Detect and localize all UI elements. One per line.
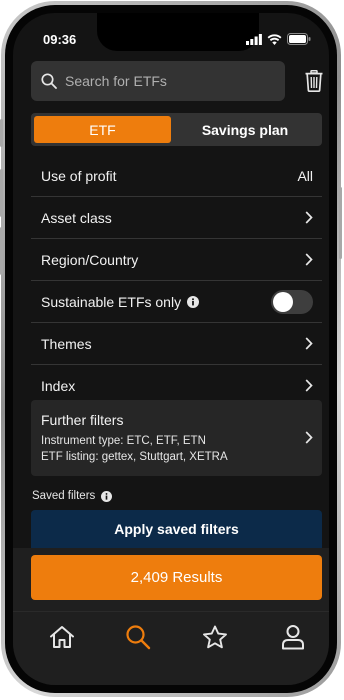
filter-use-of-profit[interactable]: Use of profit All [31, 155, 322, 197]
filter-themes[interactable]: Themes [31, 323, 322, 365]
star-icon [203, 625, 227, 648]
filter-label: Themes [41, 335, 92, 352]
search-placeholder: Search for ETFs [65, 73, 167, 89]
further-filters[interactable]: Further filters Instrument type: ETC, ET… [31, 400, 322, 476]
side-button [339, 187, 342, 259]
profile-icon [282, 625, 304, 650]
filter-label: Sustainable ETFs only [41, 293, 182, 310]
tab-home[interactable] [47, 622, 77, 652]
screen: 09:36 Search for ETFs ETF Savings plan U… [13, 13, 329, 685]
status-time: 09:36 [43, 32, 77, 47]
saved-filters-text: Saved filters [32, 490, 96, 502]
filter-asset-class[interactable]: Asset class [31, 197, 322, 239]
segment-control: ETF Savings plan [31, 113, 322, 146]
filter-label: Region/Country [41, 251, 139, 268]
filter-label-wrap: Sustainable ETFs only [41, 293, 200, 310]
tab-savings-plan[interactable]: Savings plan [171, 116, 319, 143]
side-button [0, 227, 3, 275]
phone-frame: 09:36 Search for ETFs ETF Savings plan U… [0, 1, 342, 697]
trash-icon[interactable] [305, 70, 323, 92]
chevron-right-icon [305, 253, 313, 266]
filter-sustainable: Sustainable ETFs only [31, 281, 322, 323]
sustainable-toggle[interactable] [271, 289, 313, 314]
search-input[interactable]: Search for ETFs [31, 61, 285, 101]
wifi-icon [267, 33, 282, 45]
further-filters-instrument: Instrument type: ETC, ETF, ETN [41, 435, 206, 447]
tab-bar [13, 611, 329, 662]
toggle-knob [273, 291, 293, 312]
side-button [0, 169, 3, 217]
search-icon [41, 73, 57, 89]
filter-label: Asset class [41, 209, 112, 226]
chevron-right-icon [305, 431, 313, 444]
bezel: 09:36 Search for ETFs ETF Savings plan U… [5, 5, 337, 693]
notch [97, 13, 259, 51]
chevron-right-icon [305, 211, 313, 224]
results-button[interactable]: 2,409 Results [31, 555, 322, 600]
filter-value: All [297, 167, 313, 184]
battery-icon [287, 33, 311, 45]
tab-search[interactable] [123, 622, 153, 652]
filter-region-country[interactable]: Region/Country [31, 239, 322, 281]
status-icons [246, 33, 311, 45]
status-bar: 09:36 [13, 13, 329, 53]
filter-list: Use of profit All Asset class Region/Cou… [31, 155, 322, 406]
search-icon [126, 625, 151, 650]
filter-label: Use of profit [41, 167, 117, 184]
chevron-right-icon [305, 337, 313, 350]
tab-etf[interactable]: ETF [34, 116, 171, 143]
search-row: Search for ETFs [31, 61, 323, 101]
signal-icon [246, 33, 262, 45]
home-icon [50, 626, 74, 648]
filter-label: Index [41, 377, 76, 394]
further-filters-listing: ETF listing: gettex, Stuttgart, XETRA [41, 451, 228, 463]
tab-favorites[interactable] [200, 622, 230, 652]
apply-saved-filters-button[interactable]: Apply saved filters [31, 510, 322, 548]
side-button [0, 119, 3, 147]
info-icon[interactable] [187, 295, 200, 308]
further-filters-title: Further filters [41, 412, 124, 428]
saved-filters-label: Saved filters [32, 490, 113, 502]
tab-profile[interactable] [278, 622, 308, 652]
chevron-right-icon [305, 379, 313, 392]
info-icon[interactable] [101, 490, 113, 502]
